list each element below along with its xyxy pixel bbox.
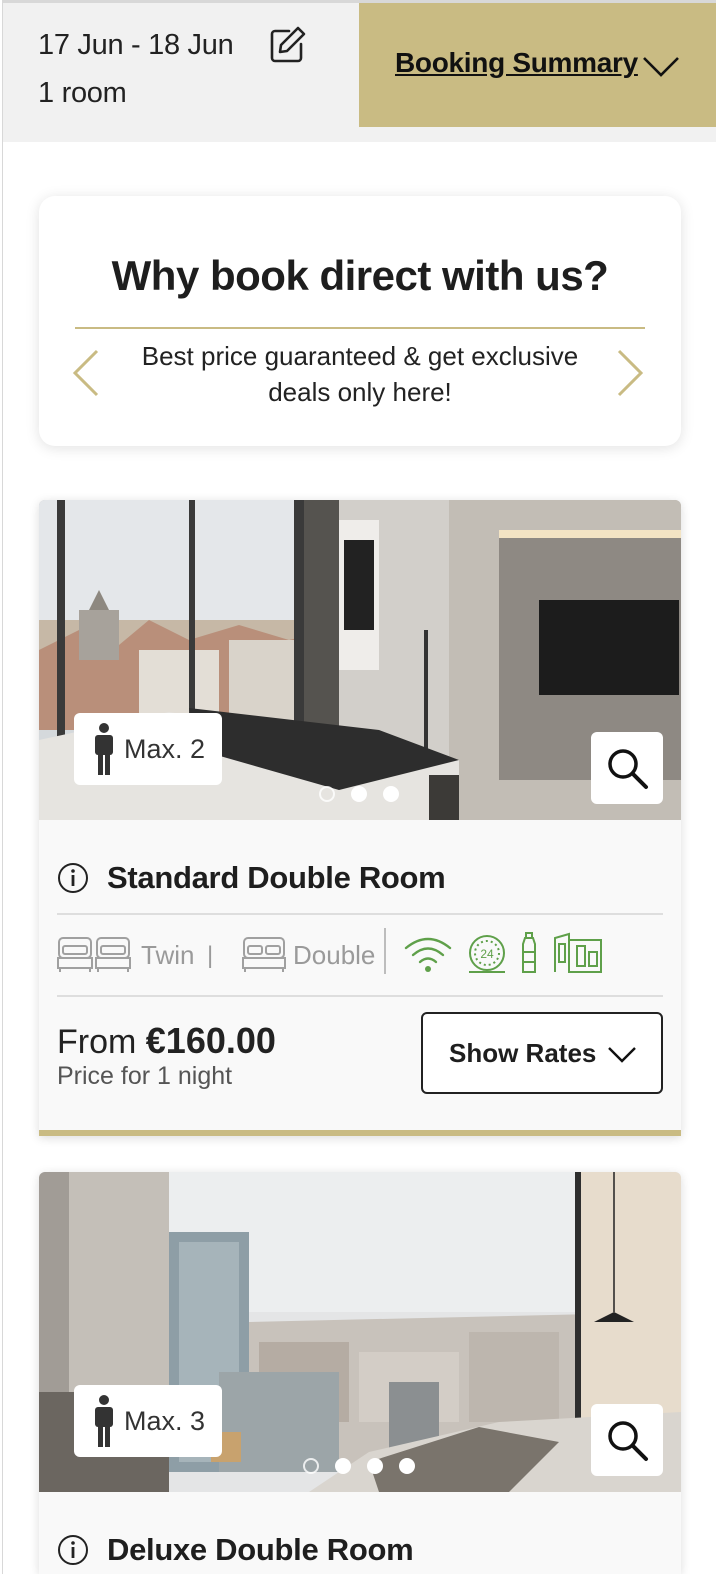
show-rates-label: Show Rates (449, 1038, 597, 1068)
stay-info[interactable]: 17 Jun - 18 Jun 1 room (38, 21, 234, 117)
carousel-dot[interactable] (303, 1458, 319, 1474)
chevron-right-icon[interactable] (615, 348, 645, 398)
room-photo[interactable]: Max. 3 (39, 1172, 681, 1492)
carousel-dot[interactable] (351, 786, 367, 802)
info-icon[interactable] (57, 862, 89, 894)
carousel-dot[interactable] (383, 786, 399, 802)
chevron-down-icon (643, 57, 679, 77)
chevron-down-icon (608, 1047, 636, 1063)
price-line: From €160.00 (57, 1020, 276, 1062)
wifi-icon (404, 937, 452, 972)
why-book-title: Why book direct with us? (111, 252, 609, 299)
double-bed-icon (242, 937, 286, 972)
divider (57, 995, 663, 997)
person-icon (95, 1395, 113, 1447)
from-label: From (57, 1023, 137, 1061)
room-title-row: Deluxe Double Room (57, 1530, 414, 1570)
twin-bed-icon (57, 937, 131, 972)
why-book-text: Best price guaranteed & get exclusive de… (141, 341, 579, 407)
carousel-dot[interactable] (399, 1458, 415, 1474)
room-photo[interactable]: Max. 2 (39, 500, 681, 820)
divider (384, 928, 386, 974)
room-title-row: Standard Double Room (57, 858, 446, 898)
room-price: €160.00 (145, 1020, 276, 1061)
room-card: Max. 3 Deluxe Double Room (39, 1172, 681, 1574)
booking-summary-toggle[interactable]: Booking Summary (359, 3, 716, 127)
date-range: 17 Jun - 18 Jun (38, 29, 234, 61)
why-book-card: Why book direct with us? Best price guar… (39, 196, 681, 446)
twin-bed-label: Twin (141, 940, 195, 970)
search-icon (608, 1421, 648, 1461)
info-icon[interactable] (57, 1534, 89, 1566)
accent-bar (39, 1130, 681, 1136)
24h-service-icon: 24 (469, 935, 505, 973)
max-occupancy-label: Max. 2 (124, 733, 206, 764)
carousel-dot[interactable] (367, 1458, 383, 1474)
search-icon (608, 749, 648, 789)
price-note: Price for 1 night (57, 1062, 233, 1090)
room-title[interactable]: Deluxe Double Room (107, 1532, 414, 1568)
divider (75, 327, 645, 329)
water-bottle-icon (522, 932, 536, 973)
chevron-left-icon[interactable] (71, 348, 101, 398)
bed-separator: | (207, 942, 214, 969)
max-occupancy-badge: Max. 3 (74, 1385, 222, 1457)
max-occupancy-label: Max. 3 (124, 1405, 206, 1436)
double-bed-label: Double (293, 940, 376, 970)
edit-icon[interactable] (267, 25, 307, 65)
booking-header: 17 Jun - 18 Jun 1 room Booking Summary (3, 0, 716, 142)
room-count: 1 room (38, 77, 127, 109)
page: 17 Jun - 18 Jun 1 room Booking Summary W… (2, 0, 716, 1574)
room-card: Max. 2 Standard Double Room Twin | Doubl… (39, 500, 681, 1136)
carousel-dots (303, 1458, 443, 1478)
zoom-button[interactable] (591, 732, 663, 804)
booking-summary-label: Booking Summary (395, 47, 638, 78)
balcony-icon (554, 932, 602, 973)
max-occupancy-badge: Max. 2 (74, 713, 222, 785)
divider (57, 913, 663, 915)
amenities-row: Twin | Double 24 (57, 928, 663, 976)
carousel-dot[interactable] (319, 786, 335, 802)
person-icon (95, 723, 113, 775)
show-rates-button[interactable]: Show Rates (421, 1012, 663, 1094)
room-title[interactable]: Standard Double Room (107, 860, 446, 896)
svg-text:24: 24 (480, 947, 494, 961)
carousel-dot[interactable] (335, 1458, 351, 1474)
zoom-button[interactable] (591, 1404, 663, 1476)
carousel-dots (319, 786, 439, 806)
